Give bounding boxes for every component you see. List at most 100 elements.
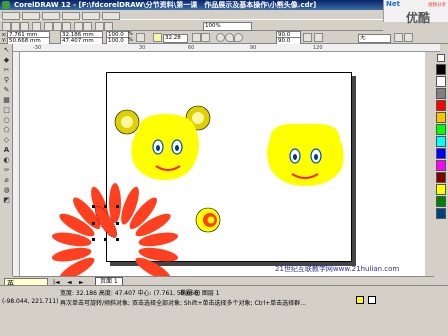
freehand-tool-icon[interactable]: ✎ (2, 86, 11, 94)
interactive-blend-icon[interactable]: ◐ (2, 156, 11, 164)
lock-ratio-icon[interactable] (136, 33, 145, 42)
fill-indicator[interactable] (356, 296, 364, 304)
selection-handle[interactable] (92, 222, 95, 225)
print-icon[interactable] (32, 22, 41, 31)
ruler-tick-label: -30 (33, 45, 42, 51)
logo-brand: Net (386, 0, 400, 8)
outline-tool-icon[interactable]: ⌀ (2, 176, 11, 184)
interactive-fill-icon[interactable]: ◩ (2, 196, 11, 204)
color-swatch[interactable] (436, 76, 446, 87)
eye-highlight (207, 216, 215, 224)
menu-effects[interactable] (102, 12, 120, 20)
logo-sub: 视频分享 (428, 3, 446, 8)
bear-head-left[interactable] (114, 105, 211, 180)
property-bar: x: 7.761 mm y: 50.668 mm 32.186 mm 47.40… (0, 31, 448, 46)
color-swatch[interactable] (436, 136, 446, 147)
color-swatch[interactable] (436, 208, 446, 219)
pie-icon[interactable] (225, 33, 234, 42)
ruler-tick-label: 90 (250, 45, 257, 51)
selection-handle[interactable] (116, 205, 119, 208)
bear2-pupil-left (293, 154, 297, 160)
cursor-coords: (-98.044, 221.711) (2, 298, 59, 305)
color-swatch[interactable] (436, 64, 446, 75)
color-swatch[interactable] (436, 100, 446, 111)
outline-width-select[interactable]: 无 (358, 34, 391, 43)
open-icon[interactable] (11, 22, 20, 31)
color-swatch[interactable] (436, 88, 446, 99)
eye-object[interactable] (195, 207, 221, 233)
menu-file[interactable] (2, 12, 20, 20)
bear2-pupil-right (314, 154, 318, 160)
color-swatch[interactable] (436, 184, 446, 195)
fill-tool-icon[interactable]: ◍ (2, 186, 11, 194)
artwork[interactable] (20, 52, 425, 276)
color-swatch[interactable] (436, 148, 446, 159)
menu-bar[interactable] (0, 10, 383, 20)
wrap-icon[interactable] (314, 33, 323, 42)
paste-icon[interactable] (62, 22, 71, 31)
ellipse-icon[interactable] (216, 33, 225, 42)
import-icon[interactable] (95, 22, 104, 31)
color-swatch[interactable] (436, 160, 446, 171)
status-layer: 椭圆 在 图层 1 (180, 290, 220, 297)
menu-arrange[interactable] (82, 12, 100, 20)
selection-handle[interactable] (92, 205, 95, 208)
undo-icon[interactable] (74, 22, 83, 31)
rectangle-tool-icon[interactable]: □ (2, 106, 11, 114)
cut-icon[interactable] (44, 22, 53, 31)
scale-y-unit: % (128, 37, 133, 43)
zoom-tool-icon[interactable]: ⚲ (2, 76, 11, 84)
arc-icon[interactable] (234, 33, 243, 42)
text-tool-icon[interactable]: A (2, 146, 11, 154)
direction-icon[interactable] (303, 33, 312, 42)
color-swatch[interactable] (436, 112, 446, 123)
new-icon[interactable] (2, 22, 11, 31)
vertical-ruler[interactable] (13, 52, 20, 276)
copy-icon[interactable] (53, 22, 62, 31)
selection-handle[interactable] (116, 222, 119, 225)
selection-handle[interactable] (104, 238, 107, 241)
horizontal-ruler[interactable]: -30 30 60 90 120 (13, 44, 440, 52)
mirror-v-icon[interactable] (201, 33, 210, 42)
rotate-icon[interactable] (153, 33, 162, 42)
bear-head-right[interactable] (267, 124, 344, 186)
bear-face-2[interactable] (267, 124, 344, 186)
eyedropper-icon[interactable]: ✑ (2, 166, 11, 174)
color-swatch[interactable] (436, 172, 446, 183)
redo-icon[interactable] (83, 22, 92, 31)
youku-logo: Net 优酷 视频分享 (383, 0, 448, 25)
selection-handle[interactable] (104, 205, 107, 208)
menu-view[interactable] (42, 12, 60, 20)
polygon-tool-icon[interactable]: ⬠ (2, 126, 11, 134)
ellipse-tool-icon[interactable]: ○ (2, 116, 11, 124)
rotation-field[interactable]: 32.28 (163, 34, 188, 43)
export-icon[interactable] (104, 22, 113, 31)
window-title: CorelDRAW 12 - [F:\fdcorelDRAW\分节资料\第一课 … (14, 1, 317, 9)
save-icon[interactable] (20, 22, 29, 31)
website-watermark: 21世纪互联教学网www.21hulian.com (275, 265, 400, 273)
no-color-swatch[interactable] (437, 54, 445, 62)
menu-layout[interactable] (62, 12, 80, 20)
selection-handle[interactable] (116, 238, 119, 241)
crop-tool-icon[interactable]: ✂ (2, 66, 11, 74)
menu-edit[interactable] (22, 12, 40, 20)
petal[interactable] (109, 183, 121, 223)
title-bar: CorelDRAW 12 - [F:\fdcorelDRAW\分节资料\第一课 … (0, 0, 448, 10)
outline-pen-icon[interactable] (394, 33, 403, 42)
selection-handle[interactable] (92, 238, 95, 241)
pick-tool-icon[interactable]: ↖ (2, 46, 11, 54)
mirror-h-icon[interactable] (192, 33, 201, 42)
outline-indicator[interactable] (368, 296, 376, 304)
basic-shapes-icon[interactable]: ◇ (2, 136, 11, 144)
shape-tool-icon[interactable]: ◆ (2, 56, 11, 64)
y-label: y: (2, 37, 7, 43)
color-swatch[interactable] (436, 124, 446, 135)
drawing-canvas[interactable]: 21世纪互联教学网www.21hulian.com (20, 52, 425, 276)
color-swatch[interactable] (436, 196, 446, 207)
status-bar: 宽度: 32.186 高度: 47.407 中心: (7.761, 50.668… (0, 285, 448, 336)
page-tab-bar: |◄ ◄ ► 页面 1 (13, 276, 434, 287)
smart-fill-icon[interactable]: ▦ (2, 96, 11, 104)
zoom-select[interactable]: 100% (203, 22, 252, 31)
convert-curves-icon[interactable] (404, 33, 413, 42)
logo-text: 优酷 (406, 11, 431, 25)
